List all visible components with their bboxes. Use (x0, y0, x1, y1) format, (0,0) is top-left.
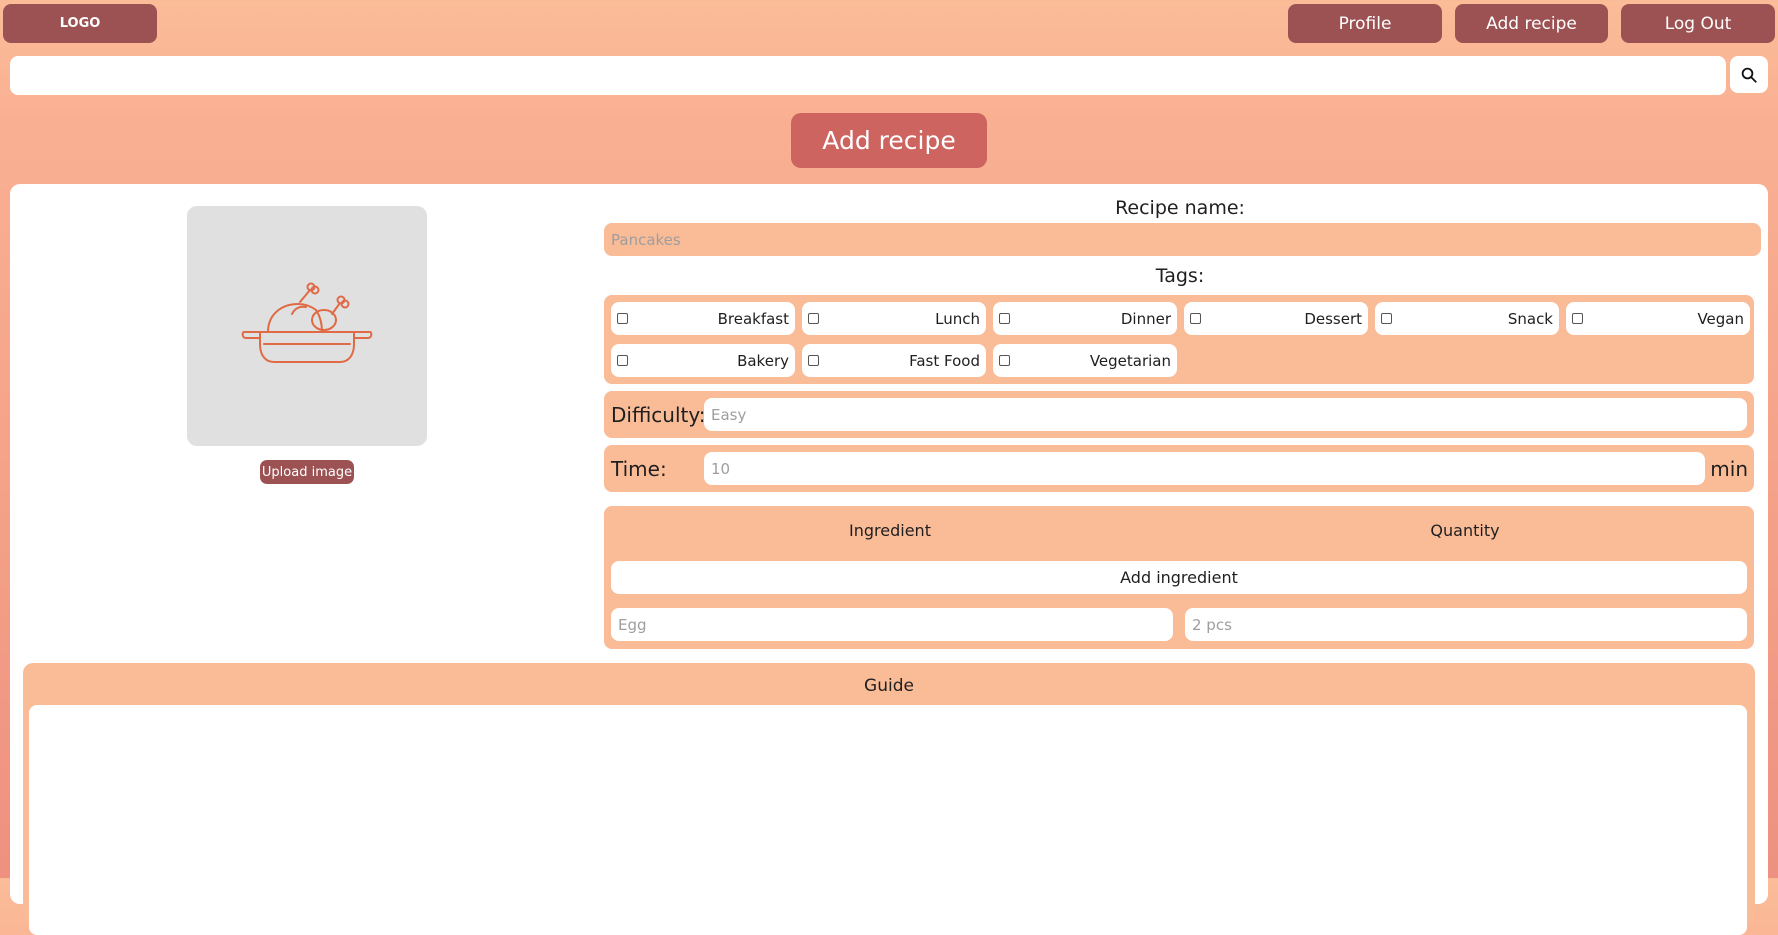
tag-label: Dinner (1120, 309, 1171, 328)
tag-snack[interactable]: Snack (1375, 302, 1559, 335)
logo-button[interactable]: LOGO (3, 4, 157, 43)
ingredients-panel: Ingredient Quantity Add ingredient Egg 2… (604, 506, 1754, 649)
ingredient-column-header: Ingredient (849, 521, 931, 540)
tags-label: Tags: (1155, 265, 1205, 287)
tag-label: Vegetarian (1089, 351, 1171, 370)
tag-breakfast[interactable]: Breakfast (611, 302, 795, 335)
time-row: Time: 10 min (604, 445, 1754, 492)
tags-panel: Breakfast Lunch Dinner Dessert Snack Veg… (604, 295, 1754, 384)
search-icon (1741, 67, 1757, 83)
ingredient-name-input[interactable]: Egg (611, 608, 1173, 641)
logout-button[interactable]: Log Out (1621, 4, 1775, 43)
tag-checkbox[interactable] (617, 355, 628, 366)
ingredient-quantity-input[interactable]: 2 pcs (1185, 608, 1747, 641)
guide-label: Guide (864, 676, 914, 696)
tag-label: Breakfast (717, 309, 789, 328)
nav-add-recipe-button[interactable]: Add recipe (1455, 4, 1608, 43)
tag-bakery[interactable]: Bakery (611, 344, 795, 377)
tag-checkbox[interactable] (999, 355, 1010, 366)
search-button[interactable] (1730, 56, 1768, 93)
tag-fast-food[interactable]: Fast Food (802, 344, 986, 377)
tag-checkbox[interactable] (1190, 313, 1201, 324)
tag-label: Bakery (737, 351, 789, 370)
tag-dinner[interactable]: Dinner (993, 302, 1177, 335)
tag-label: Vegan (1697, 309, 1744, 328)
tag-checkbox[interactable] (1381, 313, 1392, 324)
recipe-image-placeholder[interactable] (187, 206, 427, 446)
tag-label: Snack (1507, 309, 1553, 328)
tag-vegetarian[interactable]: Vegetarian (993, 344, 1177, 377)
difficulty-row: Difficulty: Easy (604, 391, 1754, 438)
tag-checkbox[interactable] (1572, 313, 1583, 324)
time-input[interactable]: 10 (704, 452, 1705, 485)
tag-checkbox[interactable] (999, 313, 1010, 324)
tag-vegan[interactable]: Vegan (1566, 302, 1750, 335)
guide-textarea[interactable] (29, 705, 1747, 935)
tag-label: Dessert (1304, 309, 1362, 328)
add-ingredient-button[interactable]: Add ingredient (611, 561, 1747, 594)
difficulty-label: Difficulty: (611, 403, 706, 427)
guide-panel: Guide (23, 663, 1755, 935)
tag-checkbox[interactable] (808, 355, 819, 366)
quantity-column-header: Quantity (1430, 521, 1500, 540)
tag-lunch[interactable]: Lunch (802, 302, 986, 335)
tag-checkbox[interactable] (808, 313, 819, 324)
difficulty-input[interactable]: Easy (704, 398, 1747, 431)
profile-button[interactable]: Profile (1288, 4, 1442, 43)
tag-label: Lunch (935, 309, 980, 328)
tag-checkbox[interactable] (617, 313, 628, 324)
tag-label: Fast Food (909, 351, 980, 370)
upload-image-button[interactable]: Upload image (260, 460, 354, 484)
roast-chicken-icon (241, 282, 373, 363)
recipe-name-label: Recipe name: (1115, 197, 1245, 219)
page-title-add-recipe-button[interactable]: Add recipe (791, 113, 987, 168)
tag-dessert[interactable]: Dessert (1184, 302, 1368, 335)
search-input[interactable] (10, 56, 1726, 95)
time-unit-label: min (1710, 457, 1748, 481)
recipe-name-input[interactable]: Pancakes (604, 223, 1761, 256)
time-label: Time: (611, 457, 667, 481)
